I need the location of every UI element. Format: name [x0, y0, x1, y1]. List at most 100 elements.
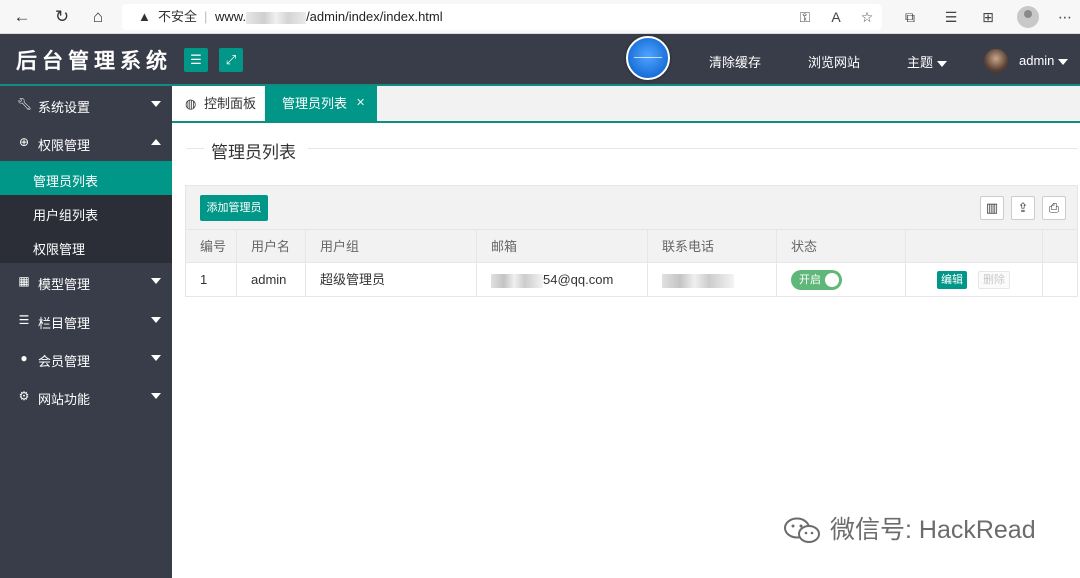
more-icon[interactable]: ⋯	[1055, 7, 1075, 27]
column-header-phone[interactable]: 联系电话	[648, 230, 777, 263]
table-header: 编号 用户名 用户组 邮箱 联系电话 状态	[186, 230, 1077, 263]
sidebar: 🔧︎ 系统设置 ⊕ 权限管理 管理员列表 用户组列表 权限管理 ▦ 模型管理 ☰…	[0, 86, 172, 578]
sidebar-item-permissions[interactable]: ⊕ 权限管理	[0, 124, 172, 162]
tab-dashboard[interactable]: ◍ 控制面板	[172, 86, 264, 121]
wrench-icon: 🔧︎	[17, 97, 33, 111]
sidebar-item-site-functions[interactable]: ⚙ 网站功能	[0, 378, 172, 416]
column-header-username[interactable]: 用户名	[237, 230, 306, 263]
column-header-id[interactable]: 编号	[186, 230, 237, 263]
theme-label: 主题	[907, 55, 934, 70]
app-logo: 后台管理系统	[16, 48, 172, 73]
app-header: 后台管理系统 ☰ ⤢ 清除缓存 浏览网站 主题 admin	[0, 34, 1080, 86]
status-toggle[interactable]: 开启	[791, 270, 842, 290]
cell-spacer	[1043, 263, 1077, 296]
url-host: www.	[215, 9, 247, 24]
cell-email: 54@qq.com	[477, 263, 648, 296]
subitem-label: 管理员列表	[33, 174, 99, 189]
theme-menu[interactable]: 主题	[907, 52, 948, 71]
divider	[308, 148, 1078, 149]
table-row[interactable]: 1 admin 超级管理员 54@qq.com 开启 编辑 删除	[186, 263, 1077, 296]
column-header-actions	[906, 230, 1043, 263]
globe-icon: ◍	[185, 96, 197, 111]
wechat-icon	[784, 517, 820, 543]
sidebar-item-members[interactable]: ● 会员管理	[0, 340, 172, 378]
favorites-icon[interactable]: ☰	[941, 7, 961, 27]
cell-actions: 编辑 删除	[906, 263, 1043, 296]
globe-icon: ⊕	[18, 135, 30, 149]
sidebar-item-label: 栏目管理	[38, 316, 91, 331]
sidebar-item-columns[interactable]: ☰ 栏目管理	[0, 302, 172, 340]
subitem-permission-manage[interactable]: 权限管理	[0, 229, 172, 263]
user-icon: ●	[20, 351, 28, 365]
subitem-admin-list[interactable]: 管理员列表	[0, 161, 172, 195]
tab-bar: ◍ 控制面板 管理员列表 ✕	[172, 86, 1080, 123]
edit-button[interactable]: 编辑	[937, 271, 967, 289]
chevron-down-icon	[151, 317, 161, 323]
warning-icon: ▲	[138, 9, 151, 24]
chevron-down-icon	[937, 60, 948, 67]
url-text: www. /admin/index/index.html	[215, 4, 443, 30]
menu-toggle-icon[interactable]: ☰	[184, 48, 208, 72]
grid-icon: ▦	[18, 274, 30, 288]
tab-label: 控制面板	[204, 96, 257, 111]
favorite-add-icon[interactable]: ☆	[857, 7, 877, 27]
subitem-user-group-list[interactable]: 用户组列表	[0, 195, 172, 229]
profile-icon[interactable]	[1017, 6, 1039, 28]
read-aloud-icon[interactable]: A	[826, 7, 846, 27]
sidebar-item-label: 权限管理	[38, 138, 91, 153]
table-toolbar: 添加管理员 ▥ ⇪ ⎙	[186, 186, 1077, 230]
page-title: 管理员列表	[211, 143, 296, 162]
sidebar-item-label: 模型管理	[38, 277, 91, 292]
fullscreen-icon[interactable]: ⤢	[219, 48, 243, 72]
toggle-label: 开启	[799, 274, 821, 286]
refresh-icon[interactable]: ↻	[52, 7, 72, 27]
redacted-host	[246, 11, 307, 24]
add-admin-button[interactable]: 添加管理员	[200, 195, 268, 221]
columns-filter-icon[interactable]: ▥	[980, 196, 1004, 220]
cell-status: 开启	[777, 263, 906, 296]
key-icon[interactable]: ⚿	[795, 7, 815, 27]
redacted-text	[662, 273, 734, 288]
column-header-email[interactable]: 邮箱	[477, 230, 648, 263]
chevron-down-icon	[151, 278, 161, 284]
cell-id: 1	[186, 263, 237, 296]
column-header-spacer	[1043, 230, 1077, 263]
close-icon[interactable]: ✕	[356, 86, 365, 121]
list-icon: ☰	[18, 313, 30, 327]
clock-widget	[626, 36, 670, 80]
chevron-down-icon	[151, 393, 161, 399]
watermark-text: 微信号: HackRead	[830, 516, 1036, 544]
subitem-label: 权限管理	[33, 242, 86, 257]
toggle-knob	[825, 273, 839, 287]
email-text: 54@qq.com	[543, 272, 614, 287]
avatar[interactable]	[984, 49, 1008, 73]
browse-site-link[interactable]: 浏览网站	[808, 52, 860, 71]
print-icon[interactable]: ⎙	[1042, 196, 1066, 220]
chevron-up-icon	[151, 139, 161, 145]
sidebar-item-system-settings[interactable]: 🔧︎ 系统设置	[0, 86, 172, 124]
export-icon[interactable]: ⇪	[1011, 196, 1035, 220]
user-menu[interactable]: admin	[1019, 53, 1069, 68]
username-label: admin	[1019, 53, 1055, 68]
tab-admin-list[interactable]: 管理员列表 ✕	[265, 86, 377, 121]
home-icon[interactable]: ⌂	[88, 7, 108, 27]
clear-cache-link[interactable]: 清除缓存	[709, 52, 761, 71]
cell-username: admin	[237, 263, 306, 296]
sidebar-item-label: 系统设置	[38, 100, 91, 115]
column-header-group[interactable]: 用户组	[306, 230, 477, 263]
chevron-down-icon	[151, 101, 161, 107]
url-path: /admin/index/index.html	[306, 9, 443, 24]
address-bar[interactable]: ▲ 不安全 | www. /admin/index/index.html	[122, 4, 882, 30]
extensions-icon[interactable]: ⧉	[900, 7, 920, 27]
delete-button[interactable]: 删除	[978, 271, 1010, 289]
sidebar-item-label: 网站功能	[38, 392, 91, 407]
admin-table: 添加管理员 ▥ ⇪ ⎙ 编号 用户名 用户组 邮箱 联系电话 状态 1 admi…	[185, 185, 1078, 297]
cell-phone	[648, 263, 777, 296]
tab-label: 管理员列表	[282, 96, 348, 111]
collections-icon[interactable]: ⊞	[978, 7, 998, 27]
redacted-text	[491, 273, 543, 288]
sidebar-item-models[interactable]: ▦ 模型管理	[0, 263, 172, 301]
back-icon[interactable]: ←	[12, 7, 32, 27]
chevron-down-icon	[151, 355, 161, 361]
column-header-status[interactable]: 状态	[777, 230, 906, 263]
